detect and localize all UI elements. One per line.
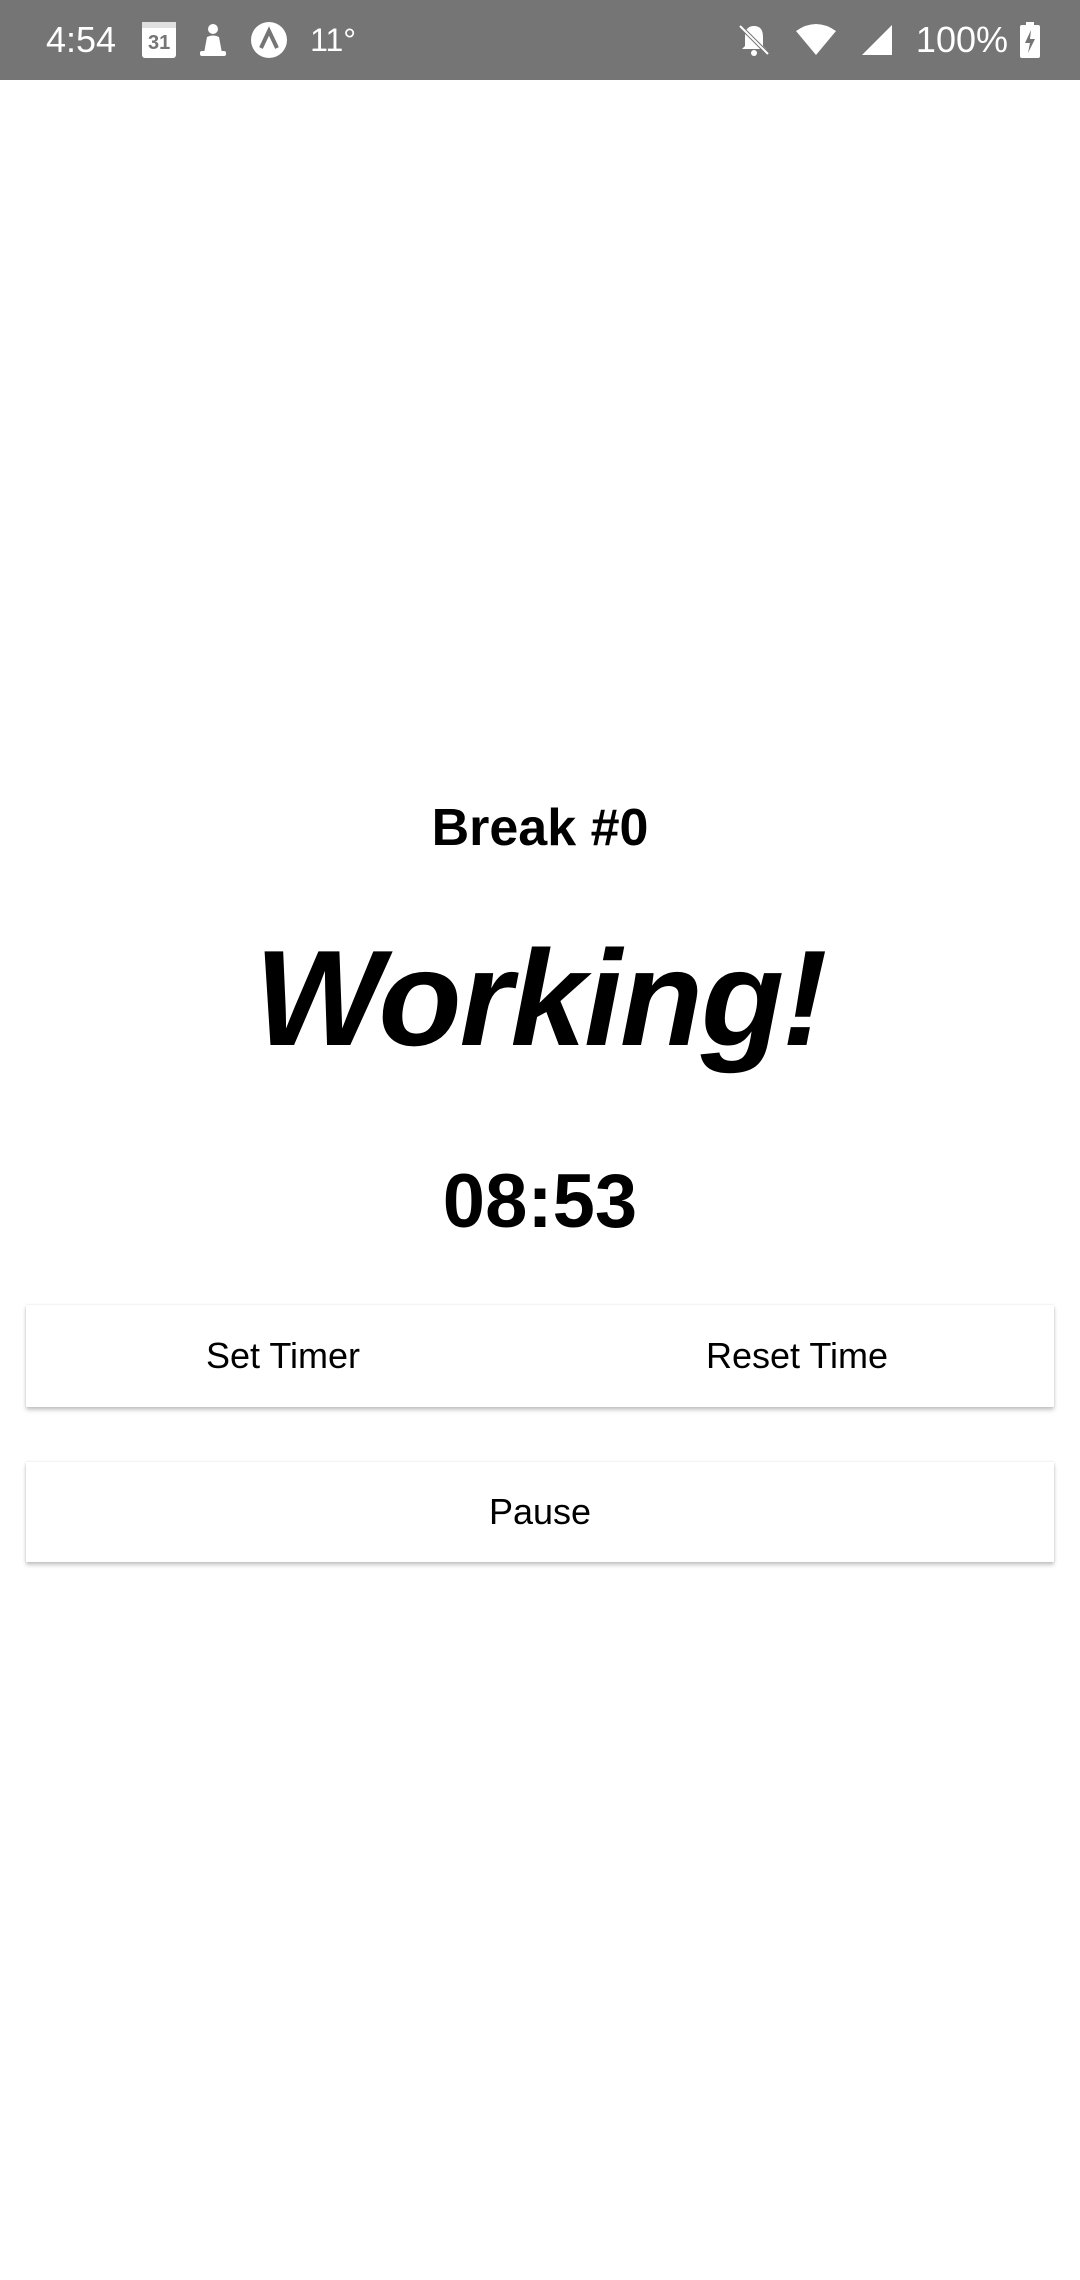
battery-percent: 100% [915, 19, 1008, 60]
timer-state-title: Working! [254, 922, 828, 1074]
reset-time-button[interactable]: Reset Time [540, 1305, 1054, 1407]
battery-charging-icon [1020, 22, 1040, 58]
bell-off-icon [736, 22, 772, 58]
wifi-icon [794, 23, 838, 57]
countdown-timer: 08:53 [442, 1159, 638, 1244]
status-bar: 4:54 31 11° 100% [0, 0, 1080, 80]
status-left: 4:54 31 11° [46, 19, 356, 61]
break-counter: Break #0 [431, 799, 649, 857]
signal-icon [860, 23, 894, 57]
timer-controls-row: Set Timer Reset Time [26, 1305, 1054, 1407]
app-icon [250, 21, 288, 59]
pause-button[interactable]: Pause [26, 1462, 1054, 1562]
calendar-icon: 31 [142, 22, 177, 58]
set-timer-button[interactable]: Set Timer [26, 1305, 540, 1407]
status-time: 4:54 [46, 19, 117, 60]
status-temperature: 11° [310, 21, 357, 58]
status-right: 100% [736, 19, 1040, 61]
calendar-day: 31 [142, 22, 177, 58]
meditation-icon [198, 23, 228, 57]
